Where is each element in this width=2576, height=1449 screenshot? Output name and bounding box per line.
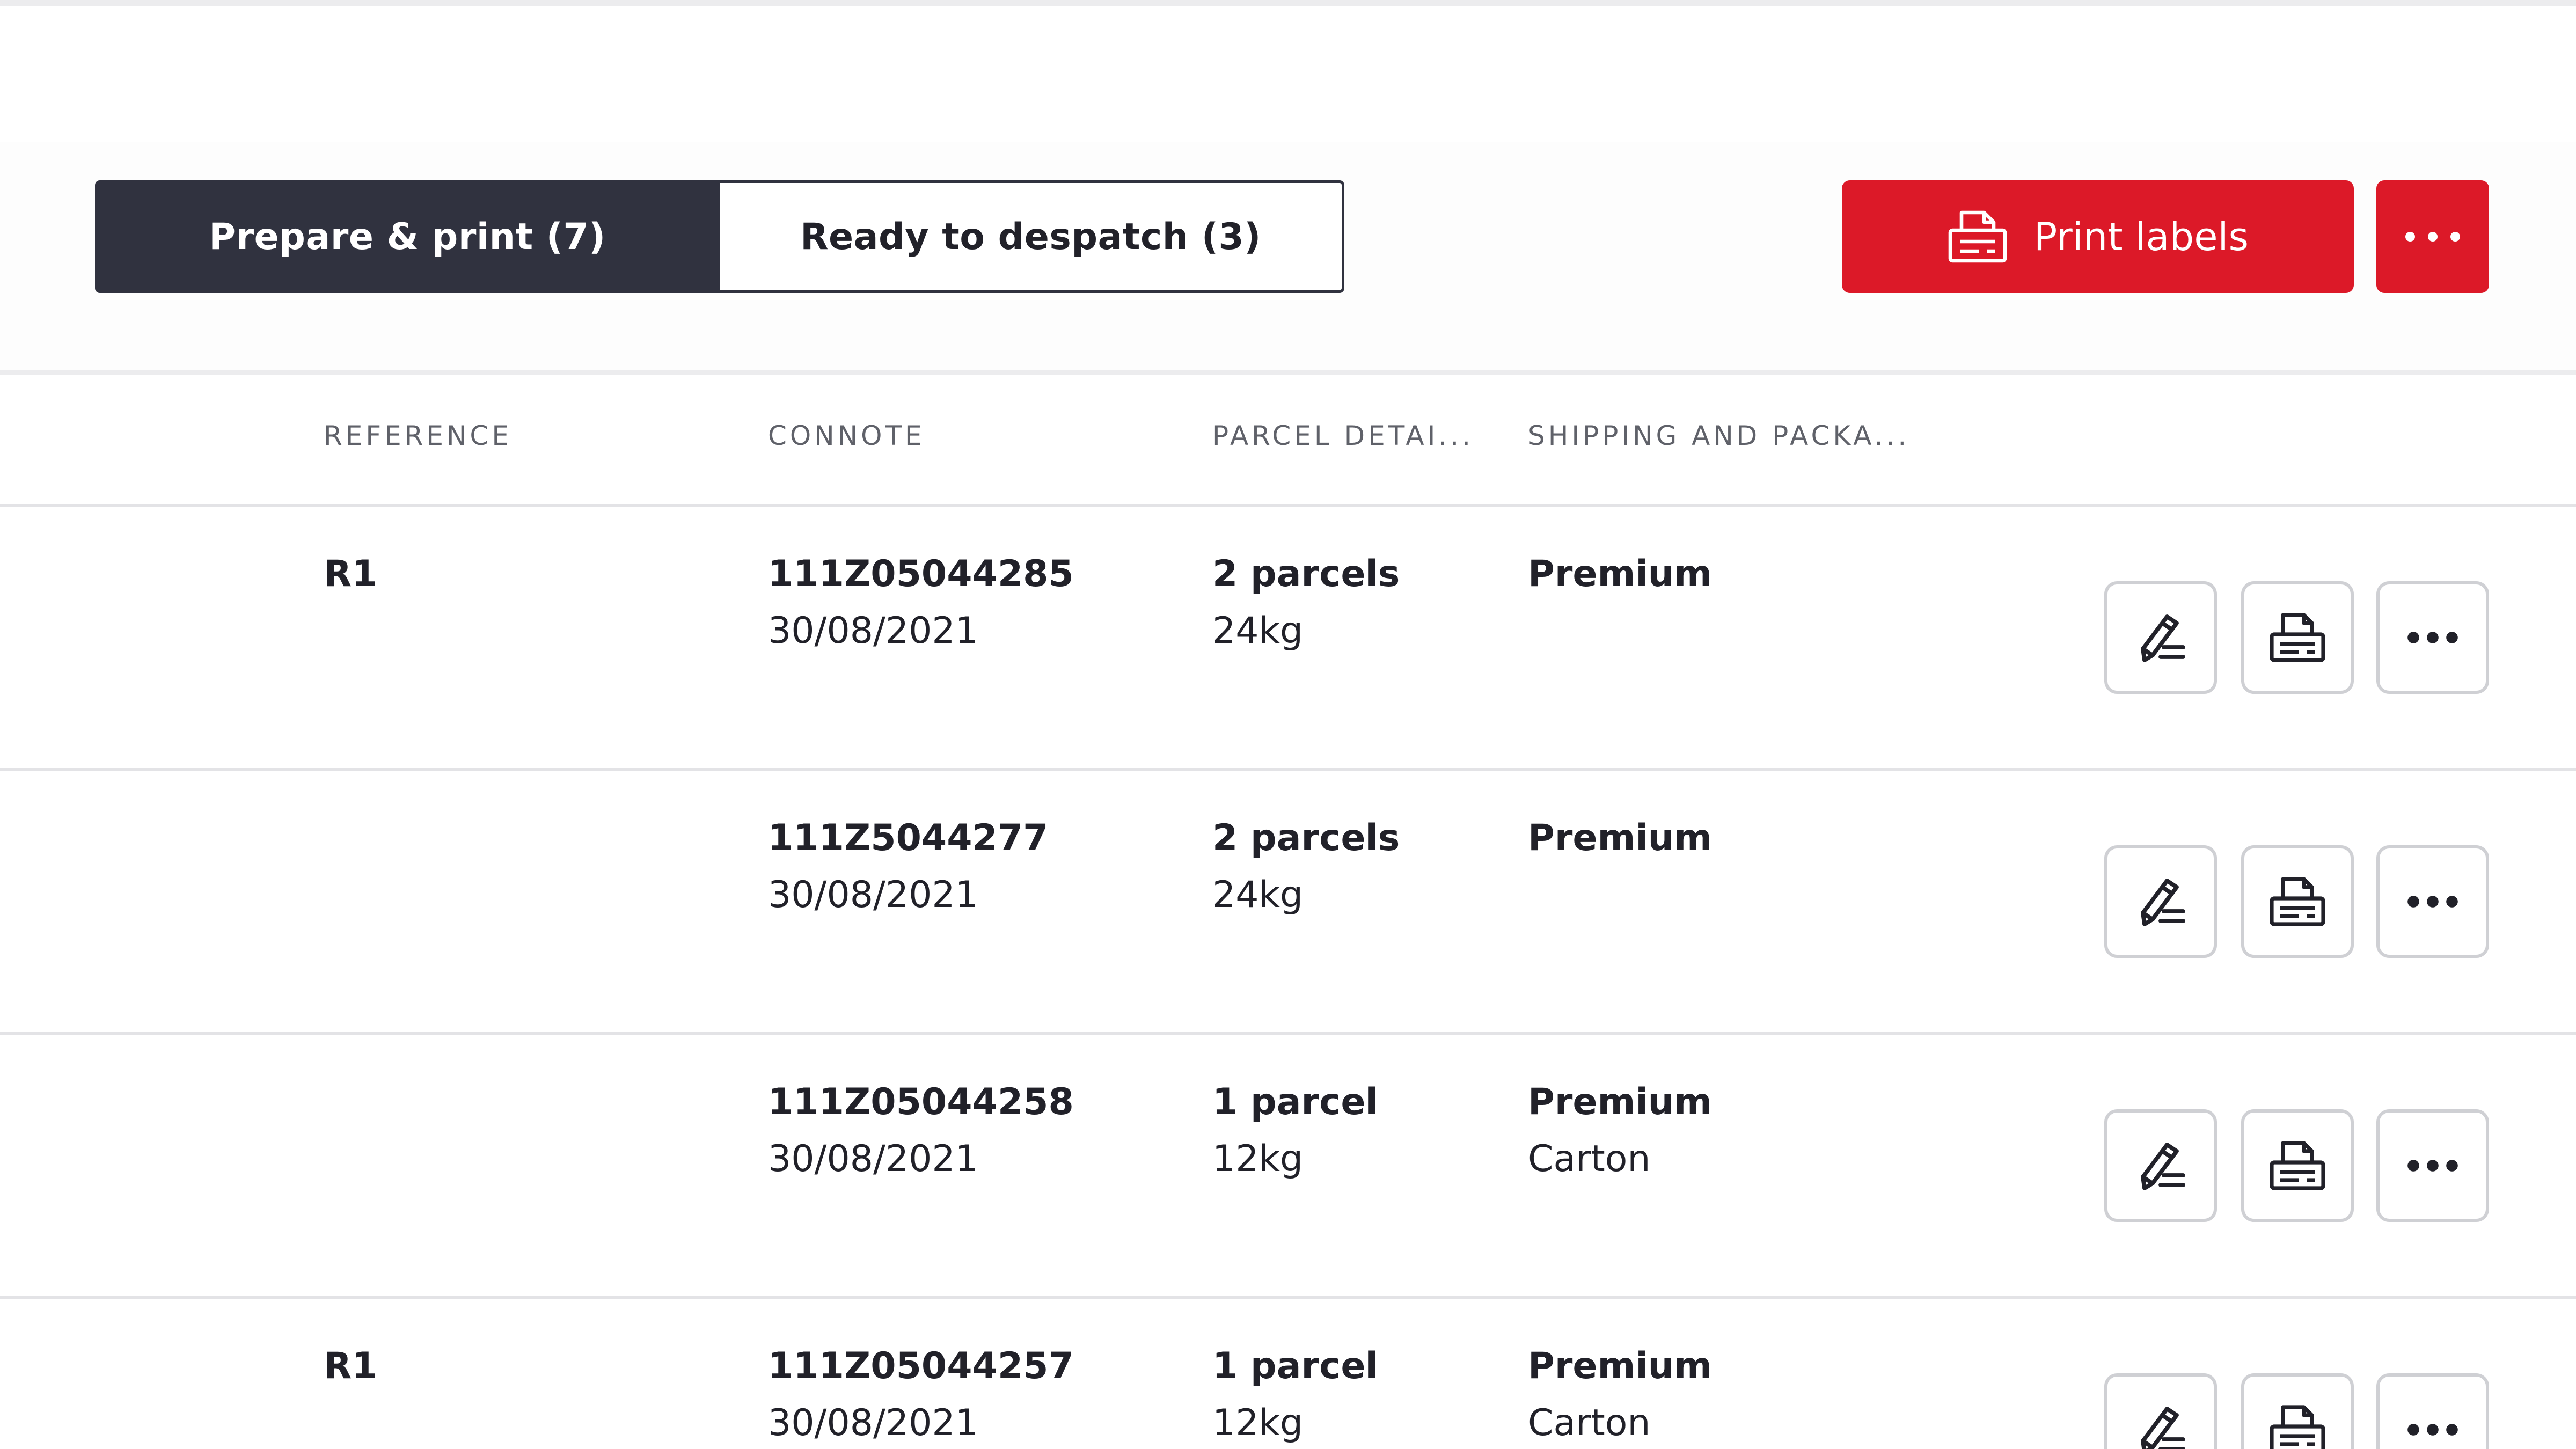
- row-reference: R1: [324, 553, 377, 595]
- tab-ready-to-despatch[interactable]: Ready to despatch (3): [720, 180, 1344, 293]
- edit-button[interactable]: [2104, 1109, 2217, 1222]
- print-labels-label: Print labels: [2033, 214, 2249, 259]
- edit-icon: [2141, 1143, 2185, 1190]
- ellipsis-icon: [2407, 896, 2458, 908]
- column-header-connote[interactable]: CONNOTE: [768, 420, 925, 451]
- row-parcel-count: 1 parcel: [1212, 1081, 1378, 1123]
- column-header-shipping-and-packaging[interactable]: SHIPPING AND PACKA...: [1528, 420, 1909, 451]
- ellipsis-icon: [2405, 232, 2460, 241]
- edit-button[interactable]: [2104, 1373, 2217, 1449]
- printer-icon: [2270, 613, 2325, 662]
- ellipsis-icon: [2407, 632, 2458, 643]
- row-parcel-count: 2 parcels: [1212, 553, 1400, 595]
- column-header-parcel-details[interactable]: PARCEL DETAI...: [1212, 420, 1474, 451]
- table-row[interactable]: R1 111Z05044285 30/08/2021 2 parcels 24k…: [0, 507, 2576, 771]
- top-spacer: [0, 6, 2576, 142]
- row-weight: 24kg: [1212, 610, 1304, 652]
- row-more-button[interactable]: [2376, 845, 2489, 958]
- row-connote: 111Z05044257: [768, 1345, 1074, 1387]
- ellipsis-icon: [2407, 1160, 2458, 1172]
- printer-icon: [1948, 210, 2007, 263]
- row-more-button[interactable]: [2376, 1109, 2489, 1222]
- row-packaging: Carton: [1528, 1138, 1651, 1180]
- row-connote: 111Z5044277: [768, 817, 1049, 859]
- status-tabs: Prepare & print (7) Ready to despatch (3…: [95, 180, 1344, 293]
- row-service: Premium: [1528, 1345, 1712, 1387]
- printer-icon: [2270, 1405, 2325, 1449]
- row-connote: 111Z05044258: [768, 1081, 1074, 1123]
- toolbar-more-button[interactable]: [2376, 180, 2489, 293]
- print-labels-button[interactable]: Print labels: [1842, 180, 2354, 293]
- print-label-button[interactable]: [2241, 581, 2354, 694]
- top-divider: [0, 0, 2576, 6]
- row-parcel-count: 1 parcel: [1212, 1345, 1378, 1387]
- tab-prepare-and-print[interactable]: Prepare & print (7): [95, 180, 720, 293]
- row-weight: 12kg: [1212, 1138, 1304, 1180]
- printer-icon: [2270, 877, 2325, 926]
- row-more-button[interactable]: [2376, 581, 2489, 694]
- edit-button[interactable]: [2104, 845, 2217, 958]
- row-weight: 24kg: [1212, 874, 1304, 916]
- printer-icon: [2270, 1141, 2325, 1190]
- edit-icon: [2141, 1407, 2185, 1449]
- print-label-button[interactable]: [2241, 1373, 2354, 1449]
- ellipsis-icon: [2407, 1424, 2458, 1436]
- print-label-button[interactable]: [2241, 845, 2354, 958]
- edit-icon: [2141, 879, 2185, 926]
- table-row[interactable]: R1 111Z05044257 30/08/2021 1 parcel 12kg…: [0, 1299, 2576, 1449]
- table-row[interactable]: 111Z05044258 30/08/2021 1 parcel 12kg Pr…: [0, 1035, 2576, 1299]
- row-more-button[interactable]: [2376, 1373, 2489, 1449]
- edit-icon: [2141, 614, 2185, 662]
- row-parcel-count: 2 parcels: [1212, 817, 1400, 859]
- row-connote: 111Z05044285: [768, 553, 1074, 595]
- row-date: 30/08/2021: [768, 874, 978, 916]
- edit-button[interactable]: [2104, 581, 2217, 694]
- row-service: Premium: [1528, 553, 1712, 595]
- row-service: Premium: [1528, 1081, 1712, 1123]
- table-header: REFERENCE CONNOTE PARCEL DETAI... SHIPPI…: [0, 375, 2576, 504]
- row-packaging: Carton: [1528, 1402, 1651, 1444]
- toolbar-divider: [0, 370, 2576, 375]
- row-date: 30/08/2021: [768, 610, 978, 652]
- print-label-button[interactable]: [2241, 1109, 2354, 1222]
- row-weight: 12kg: [1212, 1402, 1304, 1444]
- row-service: Premium: [1528, 817, 1712, 859]
- row-date: 30/08/2021: [768, 1402, 978, 1444]
- column-header-reference[interactable]: REFERENCE: [324, 420, 512, 451]
- row-reference: R1: [324, 1345, 377, 1387]
- table-row[interactable]: 111Z5044277 30/08/2021 2 parcels 24kg Pr…: [0, 771, 2576, 1035]
- row-date: 30/08/2021: [768, 1138, 978, 1180]
